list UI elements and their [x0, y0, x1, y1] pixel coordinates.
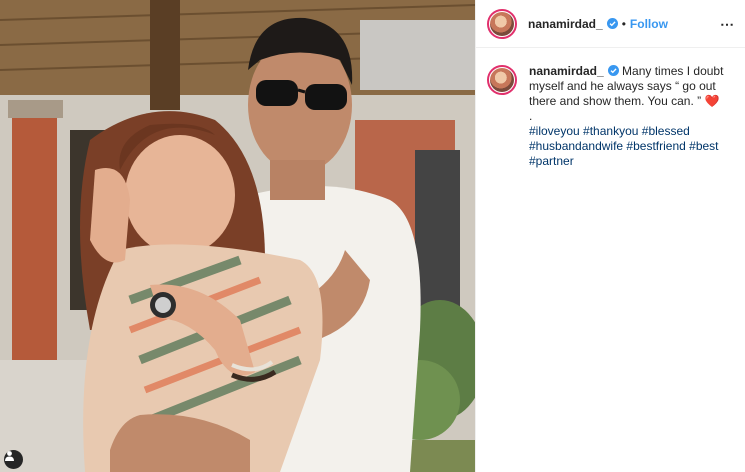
follow-button[interactable]: Follow — [630, 17, 668, 31]
tagged-users-button[interactable] — [4, 450, 23, 469]
caption-username[interactable]: nanamirdad_ — [529, 64, 604, 78]
user-tag-icon — [5, 451, 14, 461]
post-photo-illustration — [0, 0, 475, 472]
hashtag-link[interactable]: #partner — [529, 154, 574, 168]
hashtag-link[interactable]: #husbandandwife — [529, 139, 623, 153]
instagram-post: nanamirdad_ • Follow ⋯ nanamirdad_ Many … — [0, 0, 745, 472]
hashtag-link[interactable]: #iloveyou — [529, 124, 580, 138]
header-separator: • — [621, 16, 626, 31]
hashtag-link[interactable]: #best — [689, 139, 718, 153]
caption-avatar[interactable] — [487, 65, 517, 95]
caption-comment: nanamirdad_ Many times I doubt myself an… — [476, 48, 745, 169]
caption-dot: . — [529, 109, 533, 123]
header-username[interactable]: nanamirdad_ — [528, 17, 603, 31]
verified-badge-icon — [607, 65, 619, 76]
hashtag-link[interactable]: #thankyou — [583, 124, 638, 138]
post-sidebar: nanamirdad_ • Follow ⋯ nanamirdad_ Many … — [475, 0, 745, 472]
hashtag-link[interactable]: #bestfriend — [626, 139, 685, 153]
post-photo[interactable] — [0, 0, 475, 472]
heart-emoji: ❤️ — [704, 94, 720, 108]
hashtag-list: #iloveyou #thankyou #blessed #husbandand… — [529, 124, 729, 169]
hashtag-link[interactable]: #blessed — [642, 124, 690, 138]
more-options-icon[interactable]: ⋯ — [720, 17, 735, 31]
post-header: nanamirdad_ • Follow ⋯ — [476, 0, 745, 48]
avatar[interactable] — [487, 8, 517, 39]
caption-text: nanamirdad_ Many times I doubt myself an… — [529, 64, 729, 169]
verified-badge-icon — [606, 18, 618, 29]
